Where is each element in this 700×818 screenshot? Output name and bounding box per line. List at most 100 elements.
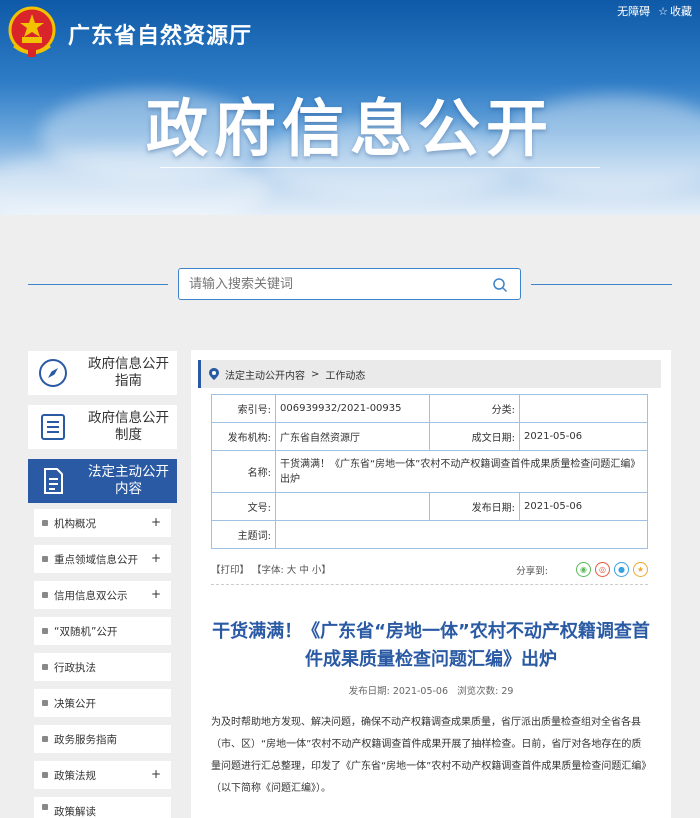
- breadcrumb-level1[interactable]: 法定主动公开内容: [225, 367, 305, 382]
- sidebar-item-credit[interactable]: 信用信息双公示 +: [34, 581, 171, 609]
- sidebar-item-label: 机构概况: [54, 517, 96, 530]
- wechat-icon[interactable]: ◉: [576, 562, 591, 577]
- sidebar-item-key-areas[interactable]: 重点领域信息公开 +: [34, 545, 171, 573]
- article-tools: 【打印】 【字体: 大 中 小】 分享到: ◉ ◎ ● ★: [211, 562, 648, 580]
- table-row: 文号: 发布日期: 2021-05-06: [211, 492, 648, 521]
- favorite-link[interactable]: ☆ 收藏: [658, 3, 692, 19]
- font-size-close: 】: [321, 565, 331, 576]
- docno-label: 文号:: [211, 492, 276, 521]
- created-value: 2021-05-06: [519, 422, 648, 451]
- print-link[interactable]: 【打印】: [211, 565, 249, 576]
- bullet-icon: [42, 700, 48, 706]
- font-medium-link[interactable]: 中: [299, 565, 309, 576]
- location-pin-icon: [209, 368, 219, 380]
- index-label: 索引号:: [211, 394, 276, 423]
- expand-plus-icon[interactable]: +: [151, 551, 161, 565]
- bullet-icon: [42, 556, 48, 562]
- font-small-link[interactable]: 小: [312, 565, 322, 576]
- published-label: 发布日期:: [429, 492, 520, 521]
- docno-value: [275, 492, 430, 521]
- sidebar-card-content[interactable]: 法定主动公开内容: [28, 459, 177, 503]
- published-value: 2021-05-06: [519, 492, 648, 521]
- bullet-icon: [42, 772, 48, 778]
- sidebar-item-regulations[interactable]: 政策法规 +: [34, 761, 171, 789]
- top-links: 无障碍 ☆ 收藏: [617, 3, 692, 19]
- sidebar-item-label: 政策解读: [54, 806, 96, 818]
- weibo-icon[interactable]: ◎: [595, 562, 610, 577]
- views-value: 29: [501, 686, 514, 697]
- sidebar-card-label: 法定主动公开内容: [88, 464, 169, 497]
- content-area: 法定主动公开内容 > 工作动态 索引号: 006939932/2021-0093…: [191, 350, 671, 818]
- search-right-line: [531, 284, 672, 285]
- category-value: [519, 394, 648, 423]
- page-header: 广东省自然资源厅 无障碍 ☆ 收藏 政府信息公开: [0, 0, 700, 215]
- org-label: 发布机构:: [211, 422, 276, 451]
- sidebar-card-guide[interactable]: 政府信息公开指南: [28, 351, 177, 395]
- search-icon[interactable]: [492, 277, 508, 293]
- sidebar-item-label: “双随机”公开: [54, 625, 118, 638]
- expand-plus-icon[interactable]: +: [151, 767, 161, 781]
- sidebar-item-label: 重点领域信息公开: [54, 553, 138, 566]
- subject-label: 主题词:: [211, 520, 276, 549]
- sidebar-card-system[interactable]: 政府信息公开制度: [28, 405, 177, 449]
- share-label: 分享到:: [516, 565, 548, 577]
- document-icon: [44, 468, 63, 494]
- index-value: 006939932/2021-00935: [275, 394, 430, 423]
- sidebar-item-label: 政策法规: [54, 769, 96, 782]
- sidebar-item-enforcement[interactable]: 行政执法: [34, 653, 171, 681]
- expand-plus-icon[interactable]: +: [151, 587, 161, 601]
- bullet-icon: [42, 592, 48, 598]
- share-area: 分享到: ◉ ◎ ● ★: [516, 562, 648, 577]
- sidebar-item-random[interactable]: “双随机”公开: [34, 617, 171, 645]
- list-icon: [41, 414, 65, 440]
- views-label: 浏览次数:: [457, 686, 499, 697]
- accessibility-link[interactable]: 无障碍: [617, 3, 650, 19]
- sidebar-card-label: 政府信息公开指南: [88, 356, 169, 389]
- date-value: 2021-05-06: [392, 686, 449, 697]
- breadcrumb-separator: >: [311, 368, 320, 380]
- bullet-icon: [42, 804, 48, 810]
- article-meta: 发布日期: 2021-05-06 浏览次数: 29: [191, 683, 671, 697]
- sidebar-card-label: 政府信息公开制度: [88, 410, 169, 443]
- sidebar-item-org[interactable]: 机构概况 +: [34, 509, 171, 537]
- date-label: 发布日期:: [348, 686, 390, 697]
- qq-icon[interactable]: ●: [614, 562, 629, 577]
- article-title: 干货满满！《广东省“房地一体”农村不动产权籍调查首件成果质量检查问题汇编》出炉: [212, 621, 650, 670]
- sidebar-item-label: 政务服务指南: [54, 733, 117, 746]
- favorite-label: 收藏: [670, 5, 692, 18]
- compass-icon: [39, 359, 67, 387]
- search-input[interactable]: [179, 269, 469, 299]
- bullet-icon: [42, 628, 48, 634]
- name-value: 干货满满！《广东省“房地一体”农村不动产权籍调查首件成果质量检查问题汇编》出炉: [275, 450, 648, 493]
- breadcrumb: 法定主动公开内容 > 工作动态: [198, 360, 661, 388]
- site-title[interactable]: 广东省自然资源厅: [68, 18, 252, 50]
- table-row: 名称: 干货满满！《广东省“房地一体”农村不动产权籍调查首件成果质量检查问题汇编…: [211, 450, 648, 493]
- org-value: 广东省自然资源厅: [275, 422, 430, 451]
- sidebar-item-interpretation[interactable]: 政策解读: [34, 797, 171, 818]
- subject-value: [275, 520, 648, 549]
- sidebar-item-service-guide[interactable]: 政务服务指南: [34, 725, 171, 753]
- bullet-icon: [42, 664, 48, 670]
- star-icon: ☆: [658, 4, 668, 18]
- table-row: 主题词:: [211, 520, 648, 549]
- sidebar-item-label: 行政执法: [54, 661, 96, 674]
- tools-divider: [211, 584, 648, 585]
- info-table: 索引号: 006939932/2021-00935 分类: 发布机构: 广东省自…: [211, 394, 648, 549]
- expand-plus-icon[interactable]: +: [151, 515, 161, 529]
- qzone-icon[interactable]: ★: [633, 562, 648, 577]
- search-box: [178, 268, 521, 300]
- bullet-icon: [42, 736, 48, 742]
- name-label: 名称:: [211, 450, 276, 493]
- font-large-link[interactable]: 大: [287, 565, 297, 576]
- search-area: [0, 268, 700, 300]
- category-label: 分类:: [429, 394, 520, 423]
- created-label: 成文日期:: [429, 422, 520, 451]
- sidebar-item-decision[interactable]: 决策公开: [34, 689, 171, 717]
- sidebar-item-label: 决策公开: [54, 697, 96, 710]
- national-emblem-icon: [8, 6, 56, 57]
- search-left-line: [28, 284, 168, 285]
- bullet-icon: [42, 520, 48, 526]
- table-row: 索引号: 006939932/2021-00935 分类:: [211, 394, 648, 423]
- breadcrumb-level2[interactable]: 工作动态: [325, 367, 365, 382]
- banner-title: 政府信息公开: [145, 92, 554, 165]
